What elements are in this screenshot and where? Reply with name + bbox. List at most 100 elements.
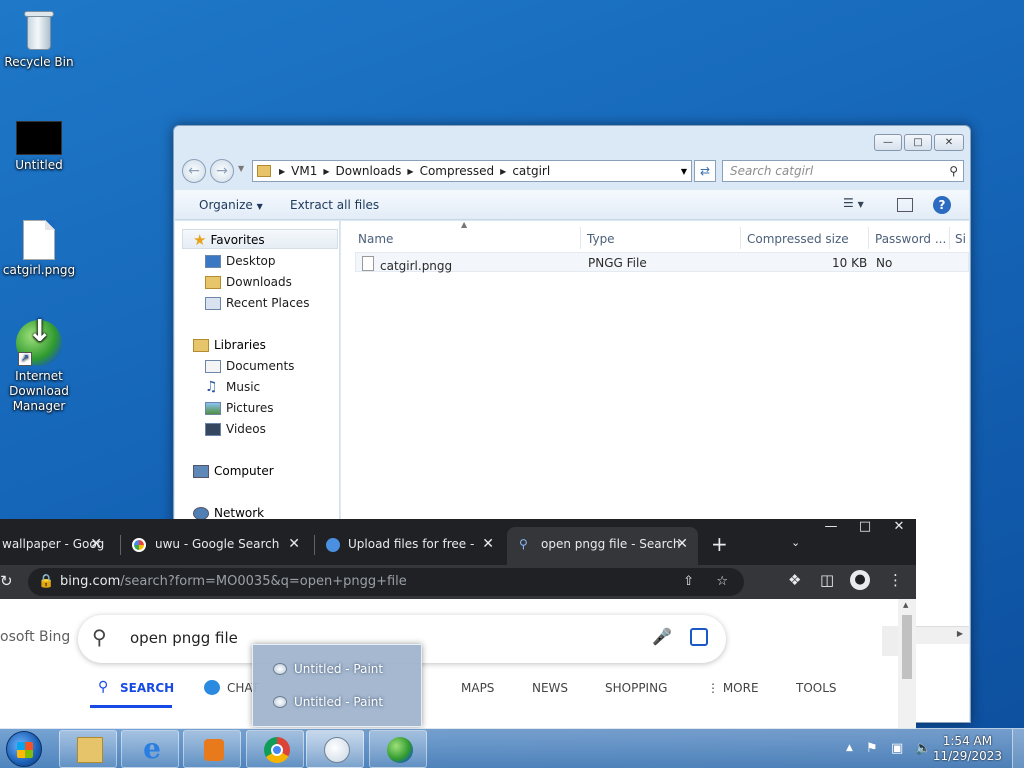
desktop-icon-untitled[interactable]: Untitled bbox=[1, 121, 77, 173]
close-button[interactable]: ✕ bbox=[882, 519, 916, 535]
desktop-icon-idm[interactable]: ↗ Internet Download Manager bbox=[1, 320, 77, 414]
profile-avatar-icon[interactable]: ● bbox=[850, 570, 870, 590]
tab-tools[interactable]: TOOLS bbox=[796, 681, 837, 695]
address-bar[interactable]: 🔒 bing.com/search?form=MO0035&q=open+png… bbox=[28, 568, 744, 596]
nav-computer[interactable]: Computer bbox=[193, 464, 274, 478]
tab-maps[interactable]: MAPS bbox=[461, 681, 494, 695]
taskbar-internet-explorer[interactable]: e bbox=[121, 730, 179, 768]
taskbar-media-player[interactable] bbox=[183, 730, 241, 768]
tab-search[interactable]: SEARCH bbox=[120, 681, 174, 695]
maximize-button[interactable]: □ bbox=[904, 134, 932, 151]
preview-pane-icon[interactable] bbox=[897, 198, 913, 212]
close-button[interactable]: ✕ bbox=[934, 134, 964, 151]
menu-kebab-icon[interactable]: ⋮ bbox=[888, 571, 903, 589]
tab-open-pngg-search[interactable]: ⚲ open pngg file - Search ✕ bbox=[507, 527, 698, 565]
internet-explorer-icon: e bbox=[143, 732, 161, 765]
network-tray-icon[interactable]: ▣ bbox=[891, 741, 903, 756]
taskbar-chrome[interactable] bbox=[246, 730, 304, 768]
breadcrumb-item[interactable]: Downloads bbox=[336, 164, 402, 178]
show-hidden-icons-icon[interactable]: ▲ bbox=[846, 743, 853, 753]
refresh-button[interactable]: ⇄ bbox=[694, 160, 716, 182]
close-tab-icon[interactable]: ✕ bbox=[90, 527, 102, 561]
chat-icon bbox=[204, 680, 220, 695]
column-header-type[interactable]: Type bbox=[587, 232, 615, 246]
taskbar-idm[interactable] bbox=[369, 730, 427, 768]
nav-item-videos[interactable]: Videos bbox=[205, 422, 266, 436]
forward-button[interactable]: → bbox=[210, 159, 234, 183]
taskbar-paint[interactable] bbox=[306, 730, 364, 768]
tab-uwu[interactable]: uwu - Google Search ✕ bbox=[124, 527, 310, 565]
nav-item-documents[interactable]: Documents bbox=[205, 359, 294, 373]
paint-window-item[interactable]: Untitled - Paint bbox=[273, 662, 383, 676]
nav-item-recent-places[interactable]: Recent Places bbox=[205, 296, 309, 310]
reload-icon[interactable]: ↻ bbox=[0, 572, 13, 590]
recent-places-icon bbox=[205, 296, 221, 310]
side-panel-icon[interactable]: ◫ bbox=[820, 571, 834, 589]
scroll-up-icon[interactable]: ▲ bbox=[903, 601, 908, 609]
search-input[interactable]: Search catgirl ⚲ bbox=[722, 160, 964, 182]
action-center-flag-icon[interactable]: ⚑ bbox=[866, 741, 878, 756]
column-header-name[interactable]: Name bbox=[358, 232, 393, 246]
file-compressed-size: 10 KB bbox=[832, 256, 868, 270]
file-row[interactable]: catgirl.pngg PNGG File 10 KB No bbox=[355, 252, 969, 273]
taskbar-explorer[interactable] bbox=[59, 730, 117, 768]
clock[interactable]: 1:54 AM 11/29/2023 bbox=[933, 734, 1002, 764]
scroll-thumb[interactable] bbox=[902, 615, 912, 679]
tab-news[interactable]: NEWS bbox=[532, 681, 568, 695]
bing-logo[interactable]: osoft Bing bbox=[0, 629, 70, 645]
shortcut-arrow-icon: ↗ bbox=[18, 352, 32, 366]
address-dropdown-icon[interactable]: ▼ bbox=[681, 167, 687, 176]
minimize-button[interactable]: — bbox=[874, 134, 902, 151]
recent-pages-dropdown-icon[interactable]: ▼ bbox=[238, 164, 244, 173]
url-host: bing.com bbox=[60, 574, 121, 589]
column-header-password[interactable]: Password ... bbox=[875, 232, 946, 246]
tab-wallpaper[interactable]: wallpaper - Goog ✕ bbox=[0, 527, 112, 565]
column-header-size[interactable]: Si bbox=[955, 232, 966, 246]
share-icon[interactable]: ⇧ bbox=[683, 568, 694, 596]
start-button[interactable] bbox=[6, 731, 42, 767]
close-tab-icon[interactable]: ✕ bbox=[676, 527, 688, 561]
breadcrumb-item[interactable]: VM1 bbox=[291, 164, 317, 178]
visual-search-icon[interactable] bbox=[690, 628, 708, 646]
desktop-icon-recycle-bin[interactable]: Recycle Bin bbox=[1, 8, 77, 70]
column-header-compressed-size[interactable]: Compressed size bbox=[747, 232, 849, 246]
nav-item-desktop[interactable]: Desktop bbox=[205, 254, 276, 268]
scroll-right-icon[interactable]: ▶ bbox=[957, 629, 963, 638]
tab-search-chevron-icon[interactable]: ⌄ bbox=[791, 536, 800, 549]
desktop-icon-catgirl[interactable]: catgirl.pngg bbox=[1, 220, 77, 278]
nav-favorites[interactable]: ★ Favorites bbox=[193, 231, 265, 249]
tab-shopping[interactable]: SHOPPING bbox=[605, 681, 667, 695]
tab-upload-files[interactable]: Upload files for free - ca ✕ bbox=[318, 527, 504, 565]
extract-all-button[interactable]: Extract all files bbox=[290, 198, 379, 212]
maximize-button[interactable]: □ bbox=[848, 519, 882, 535]
close-tab-icon[interactable]: ✕ bbox=[478, 527, 494, 561]
help-icon[interactable]: ? bbox=[933, 196, 951, 214]
nav-item-music[interactable]: ♫ Music bbox=[205, 380, 260, 395]
view-options-icon[interactable]: ☰ ▼ bbox=[843, 196, 864, 210]
nav-network[interactable]: Network bbox=[193, 506, 264, 520]
close-tab-icon[interactable]: ✕ bbox=[288, 527, 300, 561]
breadcrumb-item[interactable]: catgirl bbox=[512, 164, 550, 178]
paint-window-item[interactable]: Untitled - Paint bbox=[273, 695, 383, 709]
vertical-scrollbar[interactable]: ▲ bbox=[898, 599, 916, 729]
new-tab-button[interactable]: + bbox=[711, 532, 728, 556]
chrome-icon bbox=[264, 737, 290, 763]
paint-icon bbox=[273, 696, 287, 708]
organize-button[interactable]: Organize ▼ bbox=[199, 198, 263, 212]
address-bar[interactable]: ▶ VM1 ▶ Downloads ▶ Compressed ▶ catgirl… bbox=[252, 160, 692, 182]
nav-item-downloads[interactable]: Downloads bbox=[205, 275, 292, 289]
extensions-icon[interactable]: ❖ bbox=[788, 571, 801, 589]
nav-item-pictures[interactable]: Pictures bbox=[205, 401, 274, 415]
nav-libraries[interactable]: Libraries bbox=[193, 338, 266, 352]
breadcrumb-item[interactable]: Compressed bbox=[420, 164, 495, 178]
microphone-icon[interactable]: 🎤 bbox=[652, 627, 672, 646]
minimize-button[interactable]: — bbox=[814, 519, 848, 535]
search-icon[interactable]: ⚲ bbox=[92, 625, 107, 649]
back-button[interactable]: ← bbox=[182, 159, 206, 183]
show-desktop-button[interactable] bbox=[1012, 729, 1024, 768]
file-password: No bbox=[876, 256, 893, 270]
tab-more[interactable]: ⋮ MORE bbox=[707, 681, 759, 695]
bookmark-star-icon[interactable]: ☆ bbox=[716, 568, 728, 596]
volume-muted-icon[interactable]: 🔈 bbox=[915, 741, 931, 756]
libraries-icon bbox=[193, 338, 209, 352]
